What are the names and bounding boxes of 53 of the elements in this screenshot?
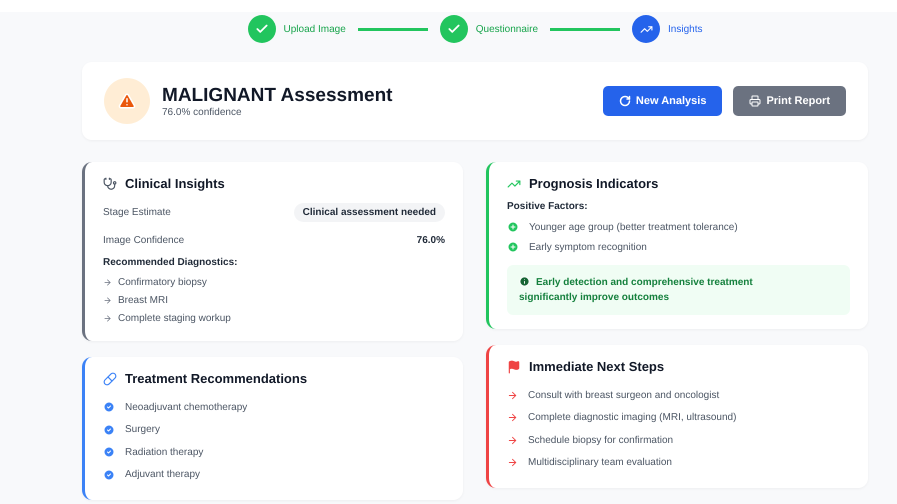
step-label: Upload Image — [284, 24, 346, 34]
list-item: Confirmatory biopsy — [118, 276, 207, 288]
list-item: Radiation therapy — [125, 446, 204, 458]
list-item: Consult with breast surgeon and oncologist — [528, 390, 720, 401]
arrow-icon — [507, 457, 518, 468]
step-connector — [358, 28, 428, 30]
list-item: Complete diagnostic imaging (MRI, ultrasound) — [528, 412, 736, 424]
list-item: Breast MRI — [118, 294, 168, 306]
pill-icon — [103, 372, 117, 386]
arrow-icon — [103, 278, 112, 286]
plus-icon — [507, 221, 519, 233]
check-icon — [103, 446, 115, 458]
info-note: Early detection and comprehensive treatment significantly improve outcomes — [507, 265, 850, 315]
stethoscope-icon — [103, 176, 117, 190]
list-item: Adjuvant therapy — [125, 469, 200, 480]
warning-icon — [104, 78, 150, 124]
plus-icon — [507, 241, 519, 253]
check-icon — [103, 468, 115, 481]
flag-icon — [507, 360, 521, 374]
subheading: Recommended Diagnostics: — [103, 257, 238, 268]
step-label: Questionnaire — [476, 24, 538, 34]
card-title: Clinical Insights — [125, 176, 225, 191]
stage-tag: Clinical assessment needed — [294, 202, 445, 222]
step-label: Insights — [668, 24, 702, 34]
list-item: Schedule biopsy for confirmation — [528, 434, 674, 446]
arrow-icon — [103, 314, 112, 322]
card-title: Treatment Recommendations — [125, 371, 308, 386]
assessment-title: MALIGNANT Assessment — [162, 84, 394, 106]
list-item: Early symptom recognition — [529, 242, 647, 252]
arrow-icon — [103, 296, 112, 304]
refresh-icon — [618, 95, 631, 107]
list-item: Surgery — [125, 424, 160, 436]
step-connector — [550, 28, 620, 30]
print-button[interactable]: Print Report — [733, 86, 846, 116]
printer-icon — [749, 95, 762, 107]
check-icon — [103, 401, 115, 414]
subheading: Positive Factors: — [507, 201, 589, 212]
new-analysis-button[interactable]: New Analysis — [602, 86, 722, 116]
arrow-icon — [507, 434, 518, 446]
row-label: Stage Estimate — [103, 206, 171, 218]
arrow-icon — [507, 412, 518, 424]
confidence-text: 76.0% confidence — [162, 106, 243, 118]
check-icon — [103, 424, 115, 436]
card-title: Prognosis Indicators — [529, 176, 658, 191]
card-title: Immediate Next Steps — [529, 359, 664, 374]
arrow-icon — [507, 390, 518, 401]
list-item: Younger age group (better treatment tolerance) — [529, 222, 738, 232]
row-label: Image Confidence — [103, 234, 184, 246]
list-item: Neoadjuvant chemotherapy — [125, 402, 248, 413]
list-item: Complete staging workup — [118, 312, 231, 324]
info-icon — [519, 276, 530, 287]
row-value: 76.0% — [416, 234, 445, 246]
list-item: Multidisciplinary team evaluation — [528, 457, 672, 468]
